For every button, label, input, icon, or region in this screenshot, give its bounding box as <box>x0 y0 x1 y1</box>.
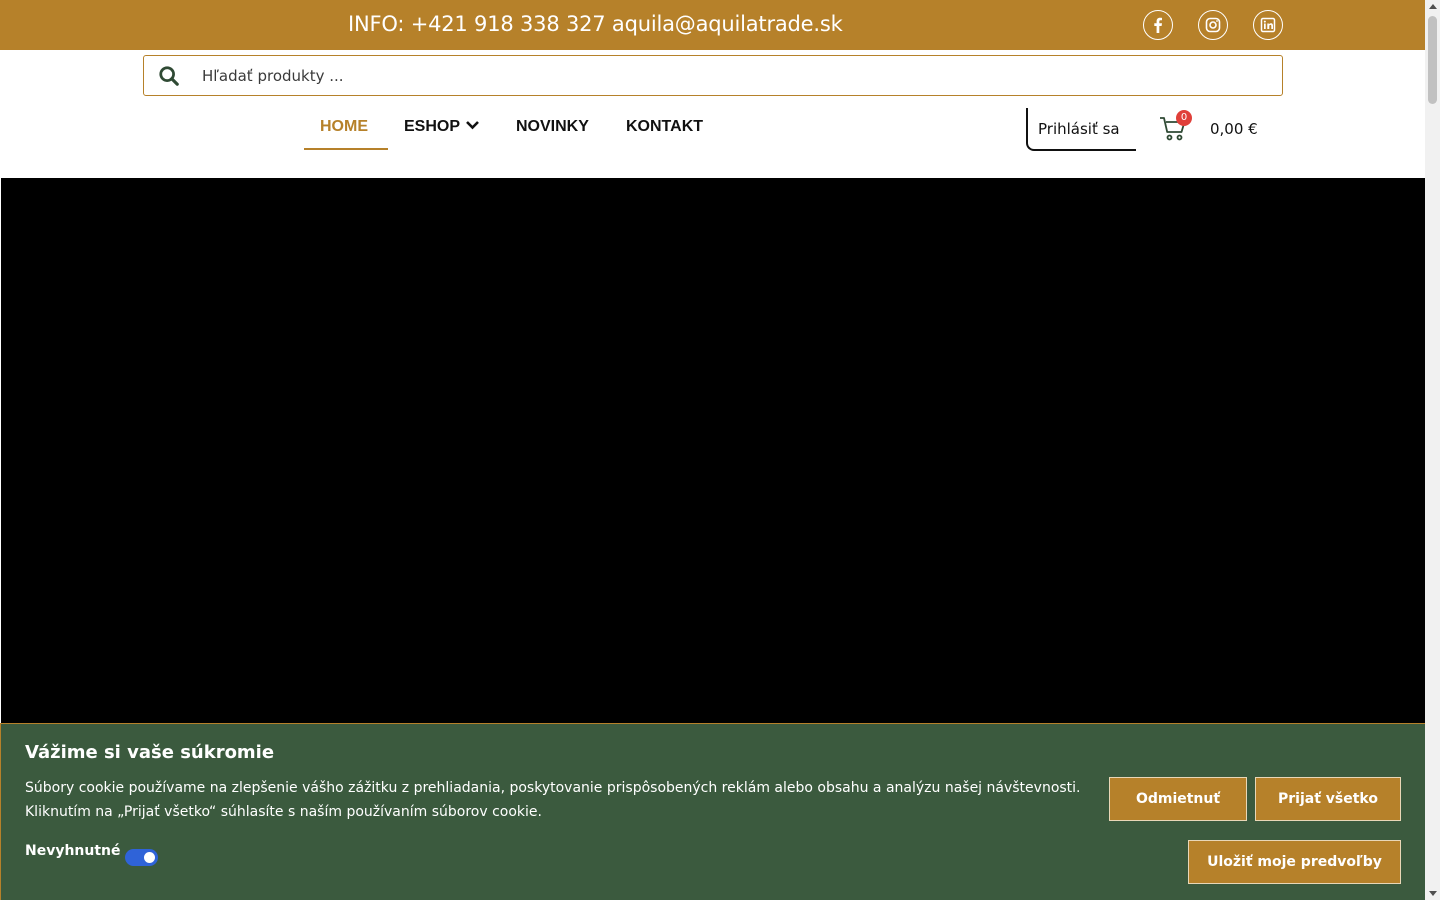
login-button[interactable]: Prihlásiť sa <box>1026 108 1136 151</box>
search-icon[interactable] <box>158 65 180 87</box>
cart-total[interactable]: 0,00 € <box>1210 120 1258 138</box>
search-input[interactable] <box>202 62 1262 90</box>
nav-eshop-label: ESHOP <box>404 118 461 135</box>
scroll-up-arrow-icon[interactable] <box>1429 4 1437 9</box>
login-label: Prihlásiť sa <box>1038 120 1120 138</box>
toggle-knob <box>144 852 155 863</box>
linkedin-icon[interactable] <box>1253 10 1283 40</box>
top-info-bar: INFO: +421 918 338 327 aquila@aquilatrad… <box>0 0 1425 50</box>
scroll-down-arrow-icon[interactable] <box>1429 891 1437 896</box>
save-preferences-button[interactable]: Uložiť moje predvoľby <box>1188 840 1401 884</box>
necessary-toggle[interactable] <box>125 849 158 866</box>
necessary-label: Nevyhnutné <box>25 843 121 859</box>
cookie-banner: Vážime si vaše súkromie Súbory cookie po… <box>0 723 1425 900</box>
page-scrollbar[interactable] <box>1425 0 1440 900</box>
contact-info: INFO: +421 918 338 327 aquila@aquilatrad… <box>348 12 843 36</box>
cookie-text: Súbory cookie používame na zlepšenie váš… <box>25 780 1081 820</box>
cart-count-badge: 0 <box>1176 110 1192 126</box>
nav-home[interactable]: HOME <box>320 118 368 136</box>
product-search <box>143 55 1283 96</box>
accept-all-button[interactable]: Prijať všetko <box>1255 777 1401 821</box>
reject-button[interactable]: Odmietnuť <box>1109 777 1247 821</box>
nav-eshop[interactable]: ESHOP <box>404 118 480 136</box>
scrollbar-thumb[interactable] <box>1428 16 1437 104</box>
nav-novinky[interactable]: NOVINKY <box>516 118 589 136</box>
chevron-down-icon <box>466 121 479 130</box>
cookie-title: Vážime si vaše súkromie <box>25 742 275 763</box>
nav-kontakt[interactable]: KONTAKT <box>626 118 703 136</box>
nav-active-underline <box>304 148 388 150</box>
instagram-icon[interactable] <box>1198 10 1228 40</box>
facebook-icon[interactable] <box>1143 10 1173 40</box>
